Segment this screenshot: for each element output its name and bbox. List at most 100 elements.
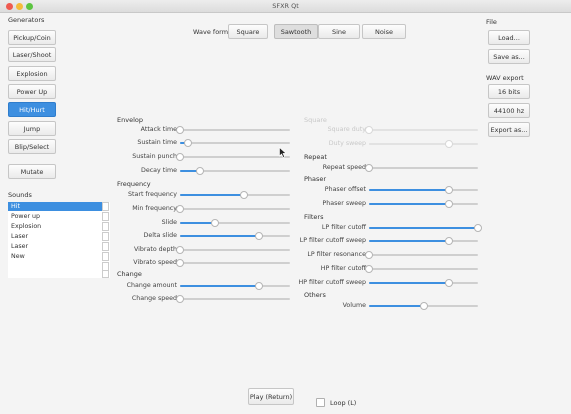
bits-button[interactable]: 16 bits — [488, 84, 530, 99]
slider-handle[interactable] — [176, 295, 184, 303]
slider-handle[interactable] — [176, 126, 184, 134]
loop-label: Loop (L) — [330, 399, 357, 407]
sustain-punch-label: Sustain punch — [132, 153, 177, 160]
slider-handle[interactable] — [419, 302, 428, 310]
waveform-sine-button[interactable]: Sine — [318, 24, 360, 39]
slider-fill — [369, 282, 449, 284]
loop-checkbox[interactable] — [316, 398, 325, 407]
duty-sweep-slider[interactable] — [369, 140, 478, 148]
repeat-speed-label: Repeat speed — [322, 164, 366, 171]
phaser-sweep-slider[interactable] — [369, 200, 478, 208]
change-amount-label: Change amount — [126, 282, 177, 289]
slider-handle[interactable] — [444, 279, 453, 287]
generator-power-up-button[interactable]: Power Up — [8, 84, 56, 99]
decay-time-label: Decay time — [141, 167, 177, 174]
slider-handle[interactable] — [176, 246, 184, 254]
lp-filter-resonance-slider[interactable] — [365, 251, 478, 259]
slide-label: Slide — [161, 219, 177, 226]
waveform-label: Wave form — [193, 28, 229, 36]
generators-heading: Generators — [8, 16, 45, 24]
waveform-square-button[interactable]: Square — [228, 24, 268, 39]
slider-handle[interactable] — [365, 265, 373, 273]
slider-fill — [180, 235, 260, 237]
hp-filter-cutoff-slider[interactable] — [365, 265, 478, 273]
slider-handle[interactable] — [365, 126, 373, 134]
phaser-sweep-label: Phaser sweep — [322, 200, 366, 207]
slider-fill — [180, 285, 260, 287]
slider-track — [180, 156, 290, 158]
lp-filter-cutoff-slider[interactable] — [369, 224, 482, 232]
save-as-button[interactable]: Save as... — [488, 49, 530, 64]
volume-label: Volume — [342, 302, 366, 309]
mutate-button[interactable]: Mutate — [8, 164, 56, 179]
slider-fill — [369, 227, 478, 229]
load-button[interactable]: Load... — [488, 30, 530, 45]
vibrato-speed-label: Vibrato speed — [133, 259, 177, 266]
slider-handle[interactable] — [444, 237, 453, 245]
generator-hit-hurt-button[interactable]: Hit/Hurt — [8, 102, 56, 117]
slider-fill — [369, 305, 424, 307]
slider-handle[interactable] — [444, 200, 453, 208]
sounds-heading: Sounds — [8, 191, 32, 199]
repeat-speed-slider[interactable] — [365, 164, 478, 172]
sounds-list: Hit Power up Explosion Laser Laser New — [8, 202, 110, 278]
slider-fill — [369, 203, 449, 205]
phaser-offset-slider[interactable] — [369, 186, 478, 194]
lp-filter-resonance-label: LP filter resonance — [307, 251, 366, 258]
slider-track — [369, 167, 478, 169]
slider-handle[interactable] — [176, 153, 184, 161]
slider-handle[interactable] — [176, 259, 184, 267]
square-duty-label: Square duty — [327, 126, 366, 133]
hp-filter-cutoff-sweep-label: HP filter cutoff sweep — [298, 279, 366, 286]
generator-blip-select-button[interactable]: Blip/Select — [8, 139, 56, 154]
slider-track — [180, 298, 290, 300]
export-as-button[interactable]: Export as... — [488, 122, 530, 137]
section-frequency: Frequency — [117, 180, 151, 188]
slider-handle[interactable] — [195, 167, 204, 175]
slider-track — [369, 268, 478, 270]
slider-handle[interactable] — [211, 219, 220, 227]
slider-handle[interactable] — [444, 186, 453, 194]
slider-track — [180, 208, 290, 210]
play-button[interactable]: Play (Return) — [248, 388, 294, 405]
slider-handle[interactable] — [365, 164, 373, 172]
hp-filter-cutoff-sweep-slider[interactable] — [369, 279, 478, 287]
slider-fill — [369, 143, 449, 145]
min-frequency-label: Min frequency — [132, 205, 177, 212]
lp-filter-cutoff-label: LP filter cutoff — [321, 224, 366, 231]
slider-handle[interactable] — [365, 251, 373, 259]
hp-filter-cutoff-label: HP filter cutoff — [320, 265, 366, 272]
wav-export-heading: WAV export — [486, 74, 524, 82]
sustain-punch-slider[interactable] — [176, 153, 290, 161]
generator-laser-shoot-button[interactable]: Laser/Shoot — [8, 47, 56, 62]
slider-handle[interactable] — [183, 139, 192, 147]
start-frequency-label: Start frequency — [128, 191, 177, 198]
volume-slider[interactable] — [369, 302, 478, 310]
duty-sweep-label: Duty sweep — [328, 140, 366, 147]
section-change: Change — [117, 270, 142, 278]
lp-filter-cutoff-sweep-label: LP filter cutoff sweep — [299, 237, 366, 244]
slider-handle[interactable] — [444, 140, 453, 148]
sound-delete-toggle[interactable] — [102, 270, 109, 278]
slider-handle[interactable] — [176, 205, 184, 213]
section-square: Square — [304, 116, 327, 124]
square-duty-slider[interactable] — [365, 126, 478, 134]
slider-fill — [180, 222, 216, 224]
attack-time-label: Attack time — [140, 126, 177, 133]
mouse-cursor-icon — [279, 147, 287, 158]
slider-fill — [369, 240, 449, 242]
lp-filter-cutoff-sweep-slider[interactable] — [369, 237, 478, 245]
section-filters: Filters — [304, 213, 324, 221]
sample-rate-button[interactable]: 44100 hz — [488, 103, 530, 118]
generator-pickup-coin-button[interactable]: Pickup/Coin — [8, 30, 56, 45]
waveform-noise-button[interactable]: Noise — [362, 24, 406, 39]
file-heading: File — [486, 18, 497, 26]
sustain-time-label: Sustain time — [137, 139, 177, 146]
section-phaser: Phaser — [304, 175, 327, 183]
generator-explosion-button[interactable]: Explosion — [8, 66, 56, 81]
slider-handle[interactable] — [474, 224, 482, 232]
slider-handle[interactable] — [239, 191, 248, 199]
change-speed-label: Change speed — [131, 295, 177, 302]
waveform-sawtooth-button[interactable]: Sawtooth — [274, 24, 318, 39]
generator-jump-button[interactable]: Jump — [8, 121, 56, 136]
